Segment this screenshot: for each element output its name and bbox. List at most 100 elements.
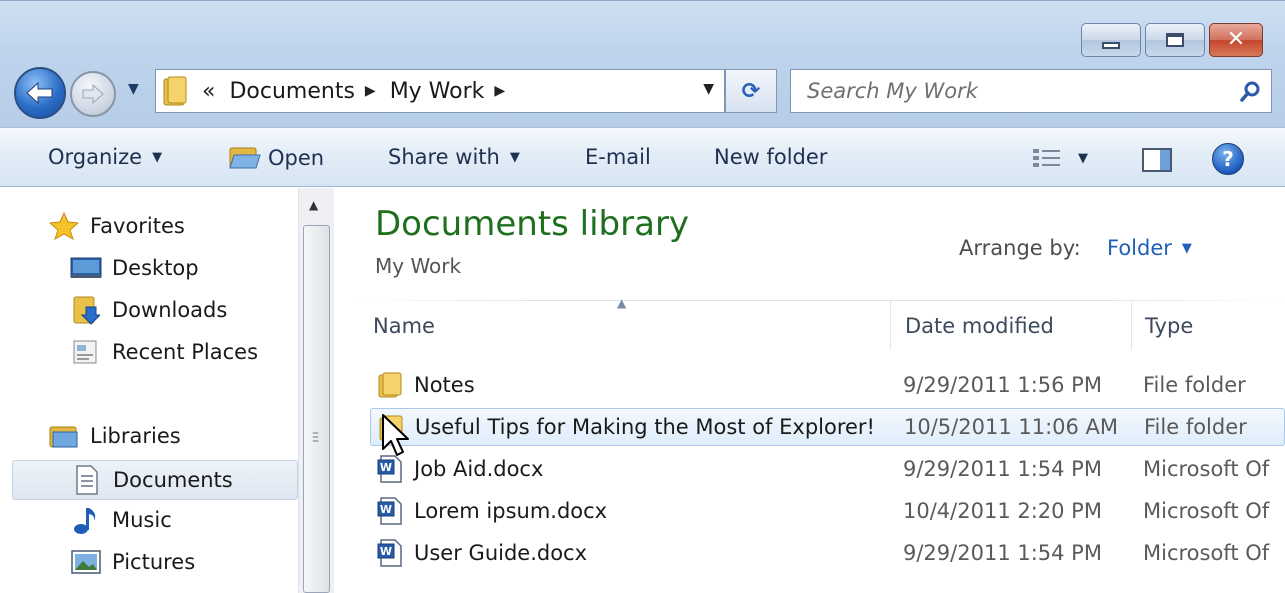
- column-divider[interactable]: [1131, 300, 1132, 350]
- preview-pane-button[interactable]: [1142, 148, 1172, 176]
- nav-item-label: Downloads: [112, 298, 228, 322]
- column-header-name[interactable]: Name: [373, 314, 435, 338]
- caption-buttons: ✕: [1081, 23, 1263, 57]
- breadcrumb-my-work[interactable]: My Work ▶: [390, 79, 505, 104]
- nav-item-label: Documents: [113, 468, 233, 492]
- new-folder-label: New folder: [714, 145, 828, 169]
- file-type: File folder: [1143, 373, 1246, 397]
- nav-item-label: Music: [112, 508, 172, 532]
- breadcrumb-documents[interactable]: Documents ▶: [229, 79, 375, 104]
- close-button[interactable]: ✕: [1209, 23, 1263, 57]
- file-row-user-guide[interactable]: W User Guide.docx 9/29/2011 1:54 PM Micr…: [370, 534, 1285, 572]
- breadcrumb-separator-icon[interactable]: ▶: [494, 83, 505, 99]
- preview-pane-icon: [1142, 148, 1172, 172]
- breadcrumb-label: Documents: [229, 78, 355, 104]
- grip-icon: – – –: [312, 425, 319, 449]
- word-document-icon: W: [377, 455, 402, 483]
- sort-ascending-icon: ▲: [617, 296, 627, 310]
- chevron-down-icon: ▼: [1181, 240, 1192, 256]
- search-icon[interactable]: [1231, 71, 1271, 111]
- file-name: User Guide.docx: [414, 541, 588, 565]
- star-icon: [48, 212, 80, 240]
- nav-pictures[interactable]: Pictures: [70, 548, 195, 576]
- svg-text:W: W: [380, 545, 392, 558]
- file-date: 9/29/2011 1:54 PM: [903, 541, 1102, 565]
- library-subtitle: My Work: [375, 254, 462, 278]
- new-folder-button[interactable]: New folder: [714, 145, 827, 169]
- minimize-button[interactable]: [1081, 23, 1141, 57]
- file-row-lorem-ipsum[interactable]: W Lorem ipsum.docx 10/4/2011 2:20 PM Mic…: [370, 492, 1285, 530]
- file-name: Lorem ipsum.docx: [414, 499, 608, 523]
- folder-icon: [163, 76, 187, 106]
- file-date: 9/29/2011 1:56 PM: [903, 373, 1102, 397]
- recent-pages-dropdown[interactable]: ▼: [128, 81, 139, 97]
- nav-item-label: Pictures: [112, 550, 196, 574]
- libraries-icon: [48, 422, 80, 450]
- nav-favorites-label: Favorites: [90, 214, 185, 238]
- file-row-notes[interactable]: Notes 9/29/2011 1:56 PM File folder: [370, 366, 1285, 404]
- nav-downloads[interactable]: Downloads: [70, 296, 228, 325]
- svg-text:W: W: [380, 461, 392, 474]
- folder-icon: [378, 372, 402, 398]
- library-title: Documents library: [375, 204, 690, 244]
- nav-item-label: Recent Places: [112, 340, 259, 364]
- word-document-icon: W: [377, 497, 402, 525]
- open-button[interactable]: Open: [228, 145, 324, 171]
- address-dropdown-icon[interactable]: ▼: [703, 81, 714, 97]
- email-button[interactable]: E-mail: [585, 145, 651, 169]
- change-view-button[interactable]: ▼: [1032, 148, 1088, 168]
- back-button[interactable]: [14, 67, 66, 119]
- scrollbar-thumb[interactable]: – – –: [303, 225, 330, 593]
- share-with-menu[interactable]: Share with ▼: [388, 145, 520, 169]
- forward-arrow-icon: [82, 83, 104, 105]
- organize-menu[interactable]: Organize ▼: [48, 145, 162, 169]
- file-name: Notes: [414, 373, 475, 397]
- arrange-by-value: Folder: [1107, 236, 1172, 260]
- navigation-pane: Favorites Desktop Downloads Recent Place…: [0, 188, 335, 593]
- command-bar: Organize ▼ Open Share with ▼ E-mail New …: [0, 127, 1285, 187]
- file-row-job-aid[interactable]: W Job Aid.docx 9/29/2011 1:54 PM Microso…: [370, 450, 1285, 488]
- search-box[interactable]: [790, 69, 1272, 113]
- search-input[interactable]: [791, 70, 1231, 112]
- nav-item-label: Desktop: [112, 256, 199, 280]
- nav-music[interactable]: Music: [70, 506, 172, 534]
- nav-pane-scrollbar[interactable]: ▲ – – –: [298, 188, 334, 593]
- window-titlebar: ✕ ▼ « Documents ▶ My Work ▶ ▼ ⟳: [0, 0, 1285, 127]
- organize-label: Organize: [48, 145, 143, 169]
- breadcrumb-separator-icon[interactable]: ▶: [365, 83, 376, 99]
- open-folder-icon: [229, 147, 261, 169]
- minimize-icon: [1102, 41, 1120, 49]
- file-type: Microsoft Of: [1143, 541, 1270, 565]
- chevron-down-icon: ▼: [509, 149, 520, 165]
- column-header-type[interactable]: Type: [1145, 314, 1193, 338]
- arrange-by-dropdown[interactable]: Folder ▼: [1107, 236, 1192, 260]
- breadcrumb-overflow[interactable]: «: [202, 79, 215, 104]
- column-divider[interactable]: [890, 300, 891, 350]
- arrange-by-label: Arrange by:: [959, 236, 1081, 260]
- back-arrow-icon: [26, 81, 53, 105]
- email-label: E-mail: [585, 145, 651, 169]
- column-header-divider: [353, 300, 1285, 301]
- file-date: 10/5/2011 11:06 AM: [904, 415, 1119, 439]
- mouse-pointer-icon: [382, 414, 409, 456]
- address-bar[interactable]: « Documents ▶ My Work ▶ ▼: [155, 69, 725, 113]
- chevron-down-icon: ▼: [152, 149, 163, 165]
- forward-button[interactable]: [70, 71, 116, 117]
- nav-libraries[interactable]: Libraries: [48, 422, 181, 450]
- file-row-useful-tips[interactable]: Useful Tips for Making the Most of Explo…: [370, 408, 1285, 446]
- recent-places-icon: [70, 338, 102, 366]
- nav-documents[interactable]: Documents: [12, 460, 298, 500]
- nav-favorites[interactable]: Favorites: [48, 212, 185, 240]
- refresh-button[interactable]: ⟳: [725, 69, 777, 113]
- nav-recent-places[interactable]: Recent Places: [70, 338, 258, 366]
- nav-desktop[interactable]: Desktop: [70, 254, 199, 282]
- maximize-button[interactable]: [1145, 23, 1205, 57]
- file-date: 9/29/2011 1:54 PM: [903, 457, 1102, 481]
- help-button[interactable]: ?: [1212, 143, 1244, 175]
- word-document-icon: W: [377, 539, 402, 567]
- desktop-icon: [70, 254, 102, 282]
- chevron-down-icon[interactable]: ▼: [1078, 151, 1088, 166]
- svg-text:W: W: [380, 503, 392, 516]
- scroll-up-icon[interactable]: ▲: [309, 198, 318, 212]
- column-header-date-modified[interactable]: Date modified: [905, 314, 1054, 338]
